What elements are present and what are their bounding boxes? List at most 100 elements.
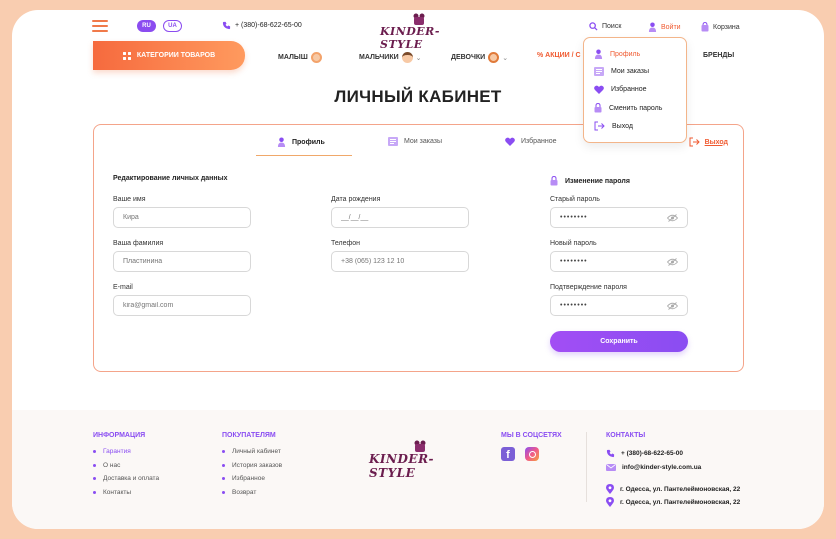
tab-orders[interactable]: Мои заказы [388, 137, 442, 146]
old-password-label: Старый пароль [550, 196, 600, 203]
footer-info-title: ИНФОРМАЦИЯ [93, 432, 146, 439]
dropdown-profile-label: Профиль [610, 50, 641, 58]
new-password-label: Новый пароль [550, 240, 597, 247]
dropdown-logout-label: Выход [612, 122, 633, 130]
location-pin-icon [606, 497, 614, 507]
new-password-value: •••••••• [560, 258, 588, 265]
save-button[interactable]: Сохранить [550, 331, 688, 352]
tab-profile-label: Профиль [292, 138, 325, 146]
phone-icon [222, 21, 231, 30]
dropdown-item-change-password[interactable]: Сменить пароль [594, 103, 662, 113]
search-label: Поиск [602, 23, 622, 30]
search-link[interactable]: Поиск [589, 22, 621, 31]
cart-link[interactable]: Корзина [701, 22, 740, 32]
dropdown-item-favorites[interactable]: Избранное [594, 85, 646, 94]
page-frame: RU UA + (380)-68-622-65-00 KINDER-STYLE … [12, 10, 824, 529]
nav-item-sales[interactable]: % АКЦИИ / С [537, 52, 581, 59]
eye-off-icon[interactable] [667, 301, 678, 310]
nav-item-baby[interactable]: МАЛЫШ [278, 52, 322, 63]
nav-baby-label: МАЛЫШ [278, 54, 308, 61]
eye-off-icon[interactable] [667, 257, 678, 266]
menu-icon[interactable] [92, 20, 108, 32]
login-link[interactable]: Войти [648, 22, 681, 32]
exit-link[interactable]: Выход [689, 137, 728, 147]
nav-item-brands[interactable]: БРЕНДЫ [703, 52, 734, 59]
cart-icon [701, 22, 709, 32]
chevron-down-icon: ⌄ [415, 54, 422, 62]
footer-contacts-title: КОНТАКТЫ [606, 432, 646, 439]
profile-section-title: Редактирование личных данных [113, 175, 228, 182]
dropdown-item-orders[interactable]: Мои заказы [594, 67, 649, 76]
footer-address-2[interactable]: г. Одесса, ул. Пантелеймоновская, 22 [606, 497, 740, 507]
footer-link[interactable]: О нас [93, 462, 159, 469]
email-label: E-mail [113, 284, 133, 291]
header-phone[interactable]: + (380)-68-622-65-00 [222, 21, 302, 30]
footer-link[interactable]: Доставка и оплата [93, 475, 159, 482]
footer-address-1[interactable]: г. Одесса, ул. Пантелеймоновская, 22 [606, 484, 740, 494]
old-password-input[interactable]: •••••••• [550, 207, 688, 228]
email-input[interactable] [113, 295, 251, 316]
categories-label: КАТЕГОРИИ ТОВАРОВ [136, 52, 216, 59]
boy-face-icon [401, 52, 413, 63]
footer-link[interactable]: Личный кабинет [222, 448, 282, 455]
girl-face-icon [488, 52, 500, 63]
footer-link[interactable]: Контакты [93, 489, 159, 496]
footer-link[interactable]: Возврат [222, 489, 282, 496]
tab-orders-label: Мои заказы [404, 138, 443, 145]
tab-profile[interactable]: Профиль [277, 137, 325, 147]
footer-email[interactable]: info@kinder-style.com.ua [606, 464, 701, 471]
confirm-password-value: •••••••• [560, 302, 588, 309]
footer-buyers-title: ПОКУПАТЕЛЯМ [222, 432, 276, 439]
nav-item-boys[interactable]: МАЛЬЧИКИ ⌄ [359, 52, 422, 63]
confirm-password-input[interactable]: •••••••• [550, 295, 688, 316]
birth-date-label: Дата рождения [331, 196, 381, 203]
heart-icon [505, 137, 515, 146]
footer-logo[interactable]: KINDER-STYLE [369, 440, 469, 480]
logout-icon [689, 137, 700, 147]
tab-favorites-label: Избранное [521, 138, 557, 145]
footer-email-text: info@kinder-style.com.ua [622, 464, 702, 471]
user-icon [594, 49, 603, 59]
footer-link[interactable]: История заказов [222, 462, 282, 469]
tab-favorites[interactable]: Избранное [505, 137, 556, 146]
confirm-password-label: Подтверждение пароля [550, 284, 627, 291]
old-password-value: •••••••• [560, 214, 588, 221]
footer-divider [586, 432, 587, 502]
lock-icon [594, 103, 602, 113]
new-password-input[interactable]: •••••••• [550, 251, 688, 272]
footer-link[interactable]: Избранное [222, 475, 282, 482]
categories-button[interactable]: КАТЕГОРИИ ТОВАРОВ [93, 41, 245, 70]
nav-item-girls[interactable]: ДЕВОЧКИ ⌄ [451, 52, 508, 63]
birth-date-input[interactable] [331, 207, 469, 228]
footer-link[interactable]: Гарантия [93, 448, 159, 455]
phone-icon [606, 449, 615, 458]
dropdown-change-password-label: Сменить пароль [609, 104, 663, 112]
logout-icon [594, 121, 605, 131]
first-name-input[interactable] [113, 207, 251, 228]
profile-card: Профиль Мои заказы Избранное Выход Редак… [93, 124, 744, 372]
logo-bag-icon [413, 13, 425, 25]
footer-info-list: Гарантия О нас Доставка и оплата Контакт… [93, 448, 159, 502]
eye-off-icon[interactable] [667, 213, 678, 222]
dropdown-item-profile[interactable]: Профиль [594, 49, 640, 59]
baby-face-icon [310, 52, 322, 63]
footer-phone-text: + (380)-68-622-65-00 [621, 450, 683, 457]
lang-ru-button[interactable]: RU [137, 20, 156, 32]
facebook-icon[interactable]: f [501, 447, 515, 461]
last-name-label: Ваша фамилия [113, 240, 164, 247]
instagram-icon[interactable] [525, 447, 539, 461]
lang-ua-button[interactable]: UA [163, 20, 182, 32]
grid-icon [122, 51, 131, 60]
exit-label: Выход [704, 138, 728, 146]
login-label: Войти [661, 23, 681, 31]
location-pin-icon [606, 484, 614, 494]
cart-label: Корзина [713, 23, 740, 31]
last-name-input[interactable] [113, 251, 251, 272]
logo-bag-icon [414, 440, 426, 452]
phone-input[interactable] [331, 251, 469, 272]
footer-phone[interactable]: + (380)-68-622-65-00 [606, 449, 683, 458]
dropdown-favorites-label: Избранное [611, 86, 647, 93]
header-logo[interactable]: KINDER-STYLE [380, 13, 458, 51]
footer: ИНФОРМАЦИЯ Гарантия О нас Доставка и опл… [12, 410, 824, 529]
dropdown-item-logout[interactable]: Выход [594, 121, 633, 131]
